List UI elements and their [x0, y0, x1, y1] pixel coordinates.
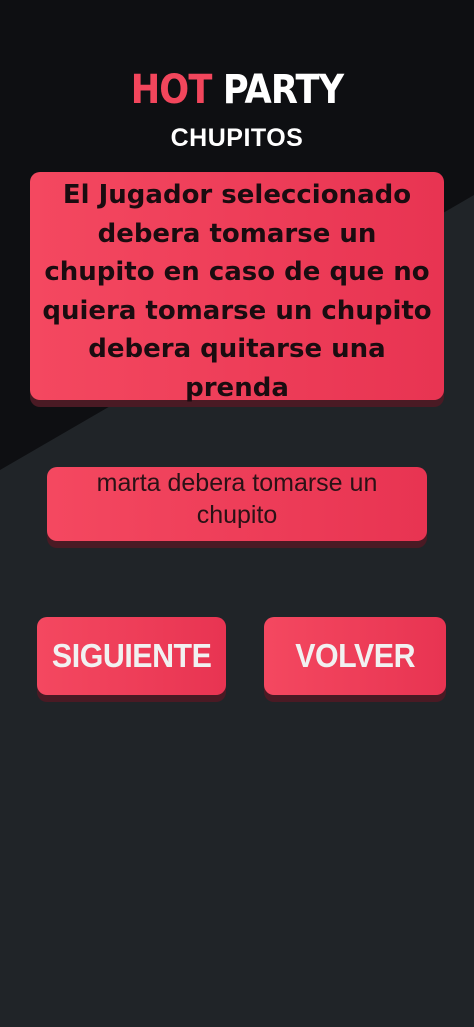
rule-card: El Jugador seleccionado debera tomarse u…	[30, 172, 444, 403]
back-button[interactable]: VOLVER	[264, 617, 446, 695]
rule-text: El Jugador seleccionado debera tomarse u…	[42, 180, 432, 403]
mode-subtitle: CHUPITOS	[170, 124, 304, 152]
app-title: HOT PARTY	[28, 64, 445, 116]
result-text: marta debera tomarse un chupito	[96, 469, 378, 529]
next-button[interactable]: SIGUIENTE	[37, 617, 226, 695]
result-card: marta debera tomarse un chupito	[47, 467, 427, 541]
next-button-label: SIGUIENTE	[51, 637, 212, 674]
back-button-label: VOLVER	[295, 637, 415, 674]
app-title-hot: HOT	[130, 67, 213, 113]
app-title-party: PARTY	[222, 67, 344, 113]
